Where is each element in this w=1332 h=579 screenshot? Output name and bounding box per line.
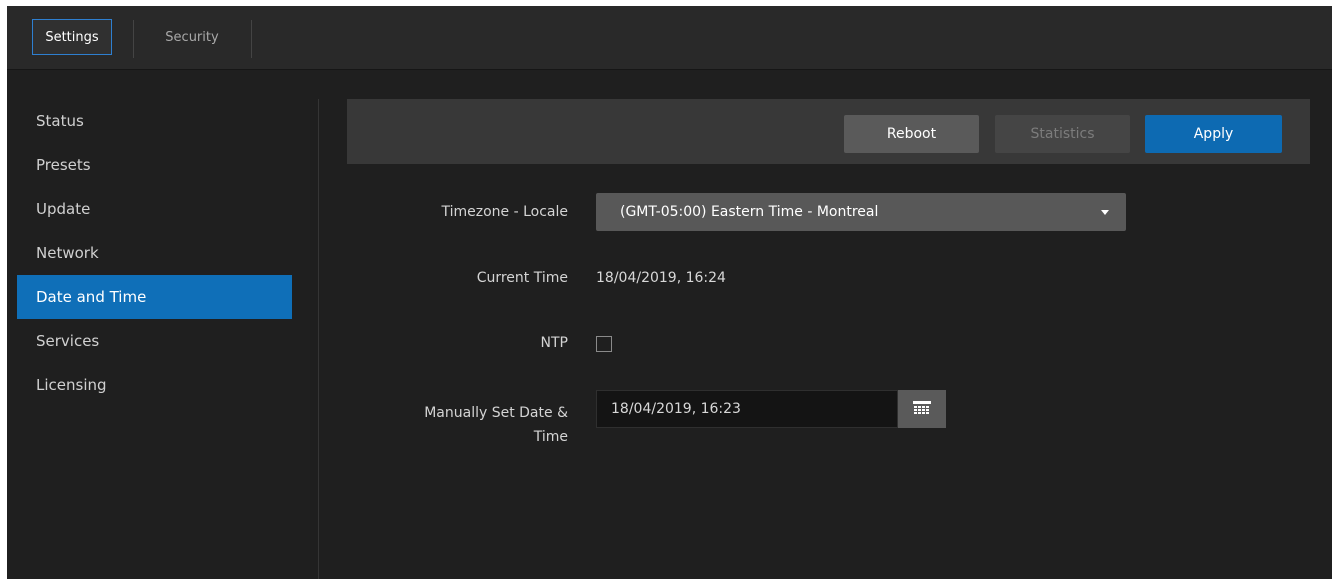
calendar-icon — [913, 401, 931, 414]
sidebar-item-network[interactable]: Network — [17, 231, 292, 275]
top-tab-bar: Settings Security — [7, 6, 1332, 70]
calendar-button[interactable] — [898, 390, 946, 428]
current-time-value: 18/04/2019, 16:24 — [596, 270, 726, 286]
ntp-label: NTP — [540, 335, 568, 351]
action-toolbar: Reboot Statistics Apply — [347, 99, 1310, 164]
statistics-button[interactable]: Statistics — [995, 115, 1130, 153]
manual-date-input[interactable] — [596, 390, 898, 428]
chevron-down-icon — [1101, 210, 1109, 215]
apply-button[interactable]: Apply — [1145, 115, 1282, 153]
tab-divider — [133, 20, 134, 58]
sidebar-item-services[interactable]: Services — [17, 319, 292, 363]
ntp-checkbox[interactable] — [596, 336, 612, 352]
tab-settings-label: Settings — [32, 19, 112, 55]
reboot-button[interactable]: Reboot — [844, 115, 979, 153]
current-time-label: Current Time — [476, 270, 568, 286]
sidebar-item-presets[interactable]: Presets — [17, 143, 292, 187]
manual-date-label-line1: Manually Set Date & — [424, 405, 568, 421]
sidebar-item-date-and-time[interactable]: Date and Time — [17, 275, 292, 319]
sidebar-item-update[interactable]: Update — [17, 187, 292, 231]
tab-divider — [251, 20, 252, 58]
app-window: Settings Security Status Presets Update … — [7, 6, 1332, 579]
tab-settings[interactable]: Settings — [18, 18, 126, 56]
timezone-label: Timezone - Locale — [441, 204, 568, 220]
timezone-select[interactable]: (GMT-05:00) Eastern Time - Montreal — [596, 193, 1126, 231]
content-divider — [318, 99, 319, 579]
sidebar-item-licensing[interactable]: Licensing — [17, 363, 292, 407]
manual-date-label-line2: Time — [533, 429, 568, 445]
timezone-value: (GMT-05:00) Eastern Time - Montreal — [620, 204, 879, 220]
tab-security[interactable]: Security — [135, 18, 249, 56]
sidebar-item-status[interactable]: Status — [17, 99, 292, 143]
manual-date-label: Manually Set Date & Time — [424, 401, 568, 449]
